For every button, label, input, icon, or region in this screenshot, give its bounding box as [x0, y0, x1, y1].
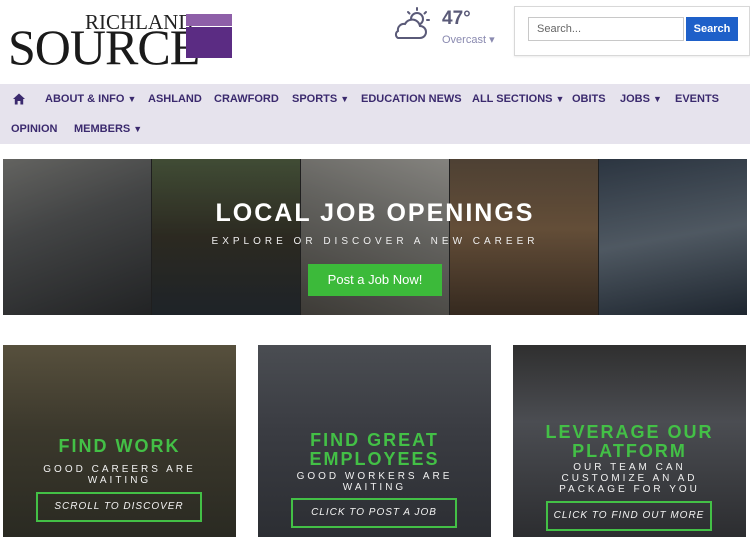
logo-word-source: SOURCE — [8, 19, 200, 75]
post-a-job-button[interactable]: CLICK TO POST A JOB — [291, 498, 457, 528]
card-leverage-platform[interactable]: LEVERAGE OUR PLATFORM OUR TEAM CAN CUSTO… — [513, 345, 746, 537]
weather-condition[interactable]: Overcast ▾ — [442, 33, 495, 46]
card-subtitle: WAITING — [87, 475, 152, 486]
logo-color-block — [186, 14, 232, 58]
scroll-to-discover-button[interactable]: SCROLL TO DISCOVER — [36, 492, 202, 522]
nav-item-jobs[interactable]: JOBS ▼ — [620, 93, 662, 105]
nav-item-crawford[interactable]: CRAWFORD — [214, 93, 279, 105]
banner-title: LOCAL JOB OPENINGS — [215, 199, 535, 227]
weather-temperature: 47° — [442, 8, 471, 29]
card-subtitle: GOOD WORKERS ARE — [296, 471, 453, 482]
nav-item-about-info[interactable]: ABOUT & INFO ▼ — [45, 93, 136, 105]
card-subtitle: GOOD CAREERS ARE — [43, 464, 196, 475]
jobs-hero-banner: LOCAL JOB OPENINGS EXPLORE OR DISCOVER A… — [3, 159, 747, 315]
nav-item-events[interactable]: EVENTS — [675, 93, 719, 105]
nav-item-opinion[interactable]: OPINION — [11, 123, 57, 135]
card-subtitle: CUSTOMIZE AN AD — [561, 473, 698, 484]
card-title: PLATFORM — [572, 441, 687, 461]
search-input[interactable]: Search... — [528, 17, 684, 41]
card-subtitle: WAITING — [342, 482, 407, 493]
post-job-button[interactable]: Post a Job Now! — [308, 264, 442, 296]
site-header: RICHLAND SOURCE 47° Overcast ▾ Search...… — [0, 0, 750, 84]
home-icon[interactable] — [13, 93, 25, 105]
nav-item-members[interactable]: MEMBERS ▼ — [74, 123, 142, 135]
partly-cloudy-icon — [394, 7, 430, 39]
site-logo[interactable]: RICHLAND SOURCE — [8, 10, 234, 72]
card-subtitle: PACKAGE FOR YOU — [559, 484, 700, 495]
search-button[interactable]: Search — [686, 17, 738, 41]
card-title: LEVERAGE OUR — [545, 422, 714, 442]
nav-item-ashland[interactable]: ASHLAND — [148, 93, 202, 105]
card-find-employees[interactable]: FIND GREAT EMPLOYEES GOOD WORKERS ARE WA… — [258, 345, 491, 537]
find-out-more-button[interactable]: CLICK TO FIND OUT MORE — [546, 501, 712, 531]
card-title: EMPLOYEES — [309, 449, 440, 469]
nav-item-obits[interactable]: OBITS — [572, 93, 606, 105]
weather-widget[interactable]: 47° Overcast ▾ — [390, 6, 500, 46]
nav-item-education-news[interactable]: EDUCATION NEWS — [361, 93, 462, 105]
nav-item-sports[interactable]: SPORTS ▼ — [292, 93, 349, 105]
card-title: FIND GREAT — [310, 430, 439, 450]
banner-subtitle: EXPLORE OR DISCOVER A NEW CAREER — [211, 236, 539, 247]
card-subtitle: OUR TEAM CAN — [573, 462, 686, 473]
nav-item-all-sections[interactable]: ALL SECTIONS ▼ — [472, 93, 564, 105]
search-panel: Search... Search — [514, 6, 750, 56]
card-title: FIND WORK — [58, 436, 181, 456]
card-find-work[interactable]: FIND WORK GOOD CAREERS ARE WAITING SCROL… — [3, 345, 236, 537]
main-nav: ABOUT & INFO ▼ ASHLAND CRAWFORD SPORTS ▼ E… — [0, 84, 750, 144]
